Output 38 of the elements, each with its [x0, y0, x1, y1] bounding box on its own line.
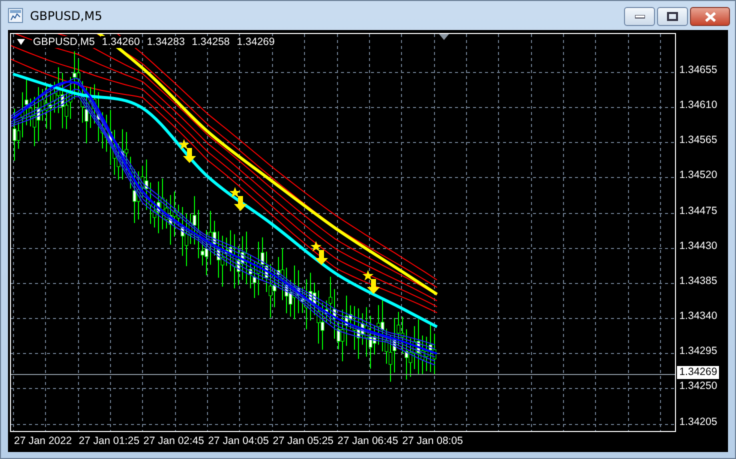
close-button[interactable] [690, 7, 730, 26]
price-axis-label: 1.34610 [679, 99, 718, 112]
low-price: 1.34258 [190, 36, 231, 48]
close-price: 1.34269 [236, 36, 276, 48]
current-price-label: 1.34269 [677, 366, 720, 378]
restore-button[interactable] [657, 7, 688, 26]
price-axis-label: 1.34250 [679, 380, 718, 394]
minimize-icon [634, 14, 644, 18]
sell-signal-icon [362, 270, 380, 294]
price-axis-label: 1.34430 [679, 240, 718, 253]
high-price: 1.34283 [146, 36, 186, 48]
price-axis-label: 1.34565 [679, 134, 718, 148]
chart-window-icon [8, 8, 23, 23]
price-axis-label: 1.34295 [679, 345, 718, 358]
sell-signal-icon [310, 241, 328, 265]
time-axis-label: 27 Jan 01:25 [78, 435, 140, 448]
price-axis-label: 1.34205 [679, 416, 718, 428]
restore-icon [667, 12, 678, 21]
minimize-button[interactable] [624, 7, 655, 26]
time-axis-label: 27 Jan 06:45 [338, 435, 398, 448]
price-axis-label: 1.34340 [679, 310, 718, 324]
time-axis-label: 27 Jan 05:25 [272, 435, 334, 448]
time-axis-label: 27 Jan 02:45 [143, 435, 204, 448]
price-axis-label: 1.34385 [679, 274, 718, 288]
price-axis-label: 1.34475 [679, 204, 718, 218]
sell-signal-icon [178, 139, 196, 163]
chart-symbol: GBPUSD,M5 [32, 36, 96, 48]
chart-shift-marker-icon [439, 34, 449, 40]
open-price: 1.34260 [100, 36, 141, 48]
time-axis-label: 27 Jan 08:05 [402, 435, 463, 448]
price-axis-label: 1.34520 [679, 169, 718, 182]
window-title: GBPUSD,M5 [30, 8, 102, 22]
dropdown-triangle-icon[interactable] [17, 39, 25, 45]
time-axis-label: 27 Jan 04:05 [208, 435, 269, 448]
close-icon [704, 12, 716, 22]
time-axis-label: 27 Jan 2022 [14, 435, 72, 448]
sell-signal-icon [230, 187, 247, 211]
price-axis-label: 1.34655 [679, 64, 718, 77]
